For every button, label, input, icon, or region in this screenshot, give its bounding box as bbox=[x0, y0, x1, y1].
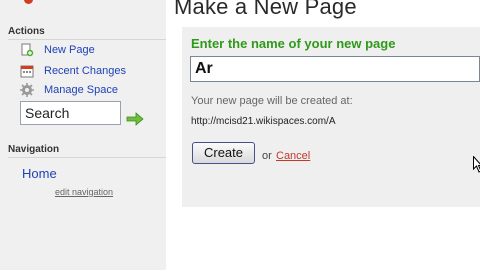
page-url: http://mcisd21.wikispaces.com/A bbox=[191, 116, 336, 127]
page-name-prompt: Enter the name of your new page bbox=[191, 36, 396, 51]
logo-icon bbox=[24, 0, 33, 4]
sidebar-item-recent-changes[interactable]: Recent Changes bbox=[20, 63, 126, 79]
gear-icon bbox=[20, 83, 34, 97]
arrow-right-icon[interactable] bbox=[126, 111, 144, 127]
search-input[interactable] bbox=[20, 101, 121, 125]
divider bbox=[8, 157, 166, 158]
sidebar-item-manage-space[interactable]: Manage Space bbox=[20, 82, 118, 98]
calendar-icon bbox=[20, 64, 34, 78]
nav-home-link[interactable]: Home bbox=[22, 166, 57, 181]
page-name-input[interactable] bbox=[190, 56, 480, 82]
created-at-label: Your new page will be created at: bbox=[191, 95, 353, 107]
or-text: or bbox=[262, 150, 272, 162]
sidebar-item-label: New Page bbox=[44, 44, 95, 56]
divider bbox=[8, 39, 166, 40]
sidebar-item-label: Recent Changes bbox=[44, 65, 126, 77]
actions-heading: Actions bbox=[8, 26, 45, 37]
new-page-icon bbox=[20, 43, 34, 57]
create-button[interactable]: Create bbox=[192, 142, 255, 164]
cancel-link[interactable]: Cancel bbox=[276, 150, 310, 162]
navigation-heading: Navigation bbox=[8, 144, 60, 155]
edit-navigation-link[interactable]: edit navigation bbox=[55, 187, 113, 197]
sidebar-item-label: Manage Space bbox=[44, 84, 118, 96]
mouse-pointer-icon bbox=[473, 155, 480, 174]
sidebar: Actions New Page Recent Changes Manage S… bbox=[0, 0, 166, 270]
sidebar-item-new-page[interactable]: New Page bbox=[20, 42, 95, 58]
page-title: Make a New Page bbox=[174, 0, 357, 19]
